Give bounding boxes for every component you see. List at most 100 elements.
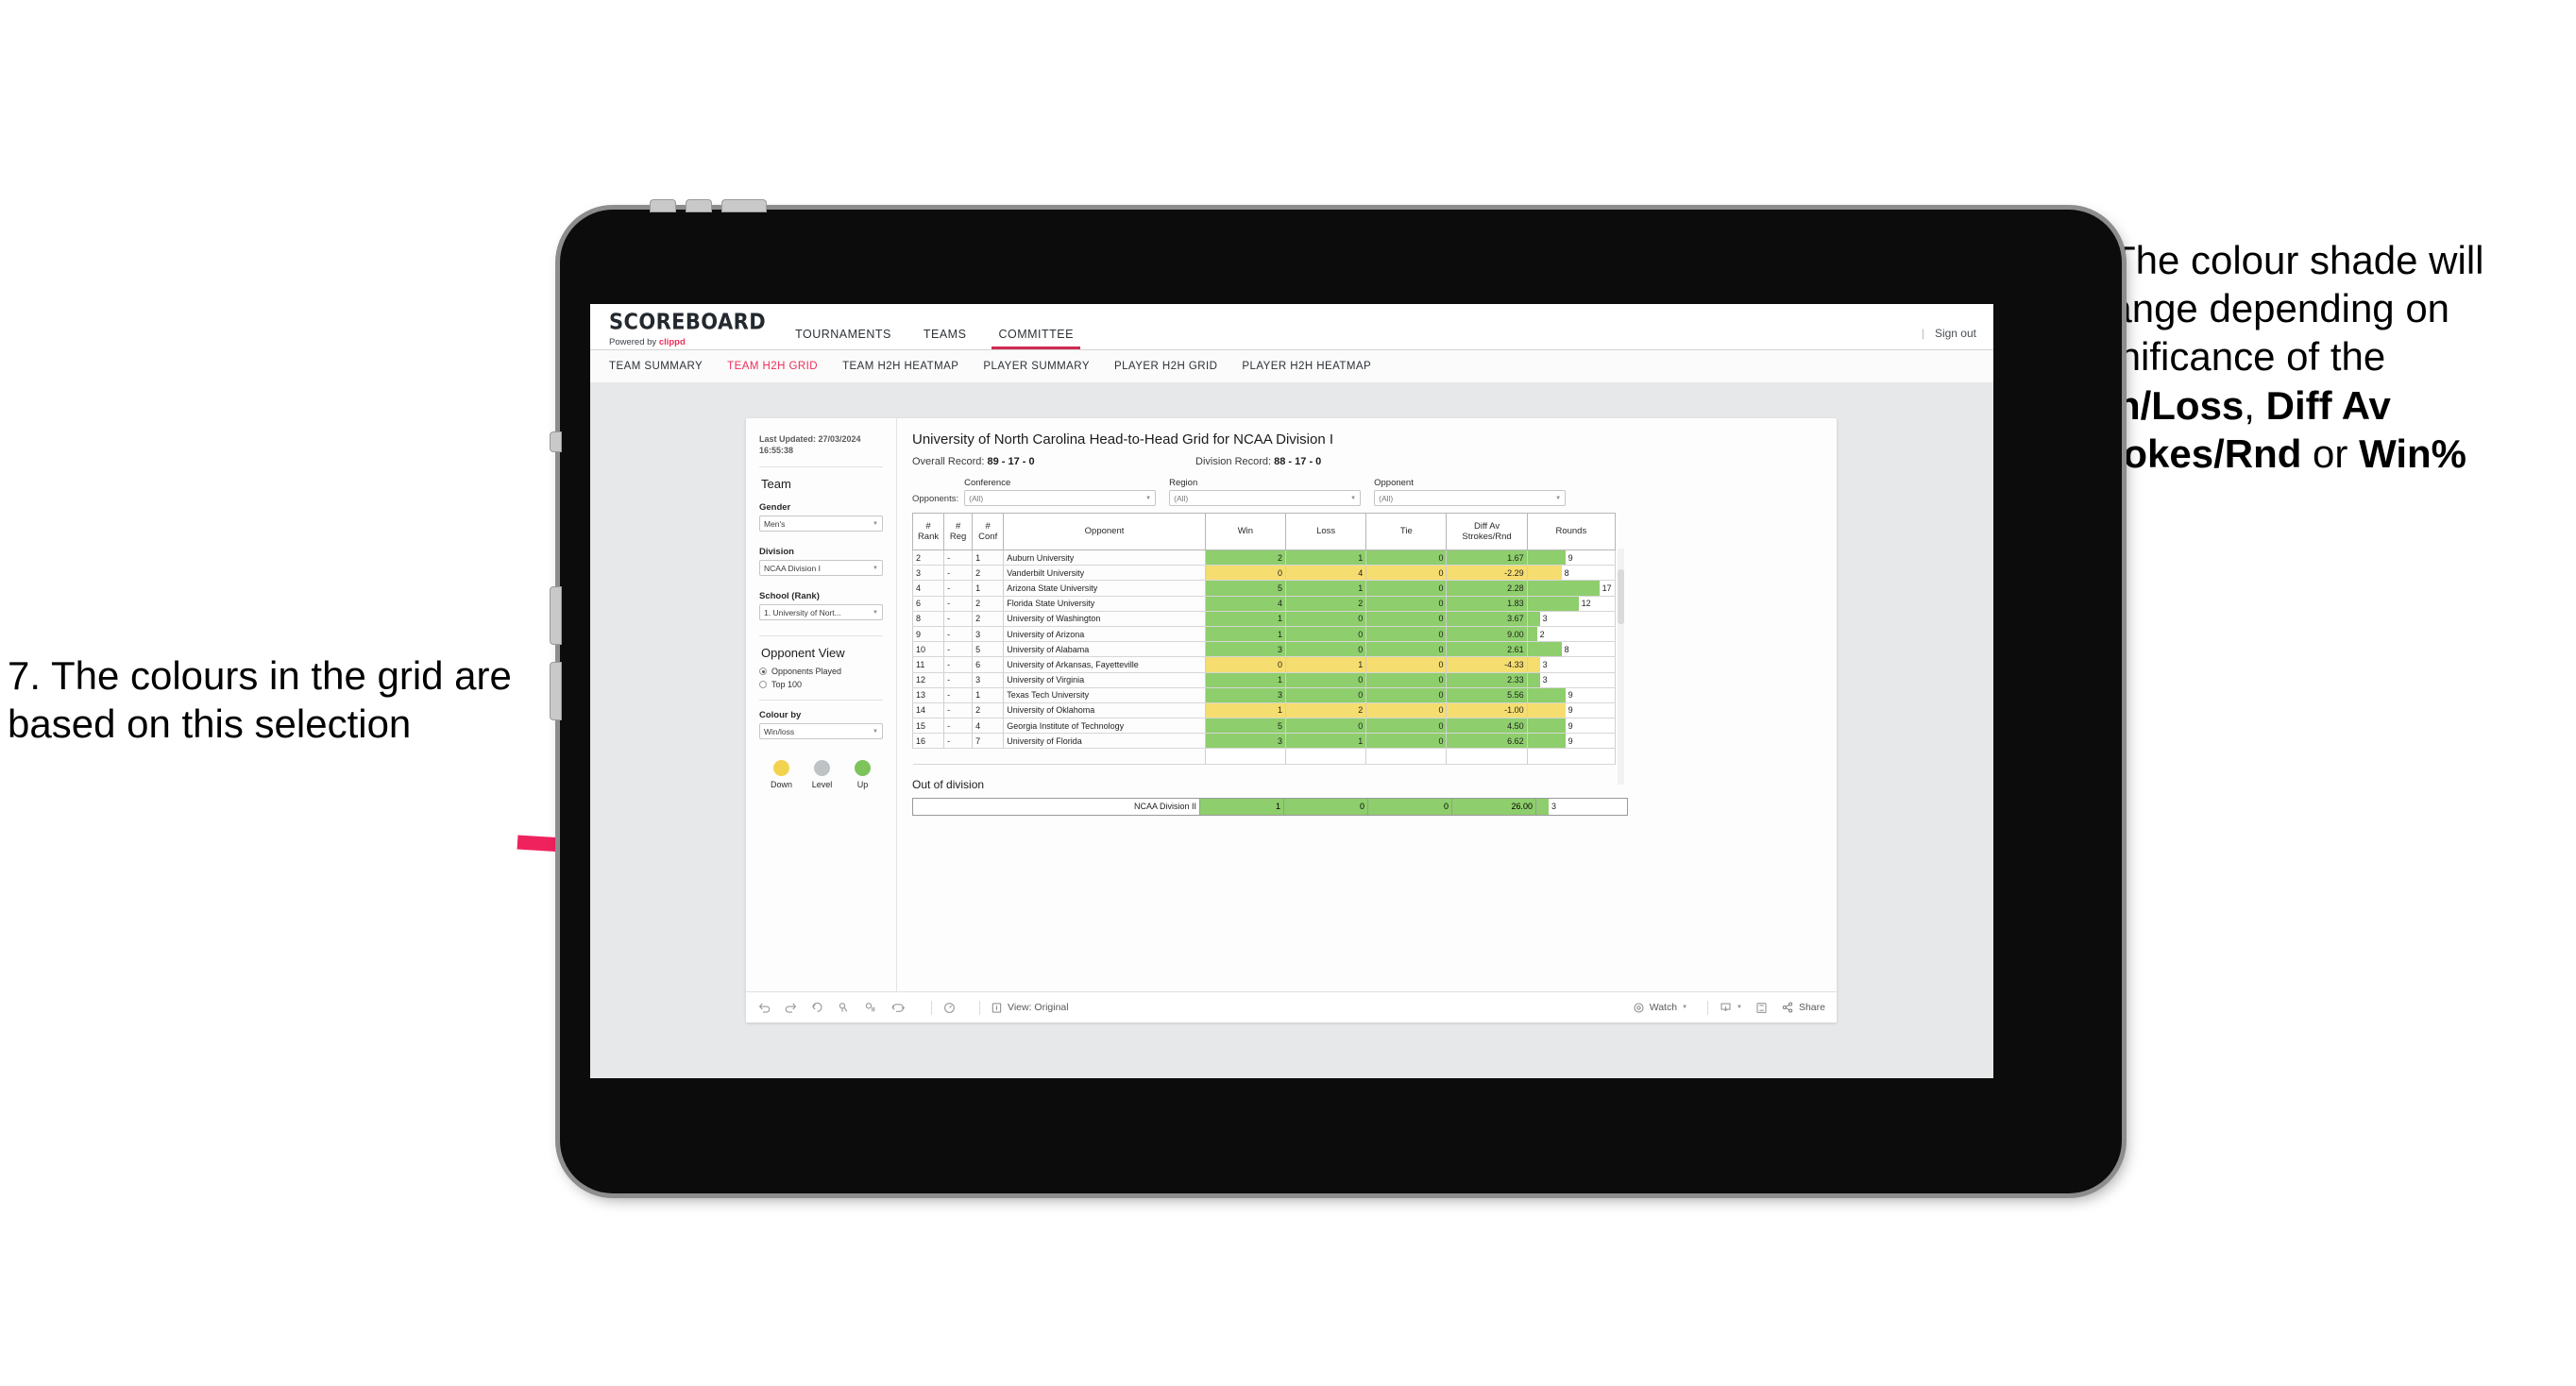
- table-scrollbar[interactable]: [1618, 549, 1624, 785]
- cell-rank: 4: [911, 580, 945, 597]
- table-row[interactable]: 6-2 Florida State University 4 2 0 1.83 12: [911, 596, 1617, 612]
- radio-top-100[interactable]: Top 100: [759, 680, 883, 689]
- table-row[interactable]: 16-7 University of Florida 3 1 0 6.62 9: [911, 733, 1617, 750]
- subnav-player-h2h-heatmap[interactable]: PLAYER H2H HEATMAP: [1242, 361, 1371, 372]
- cell-loss: 0: [1285, 641, 1367, 658]
- table-scrollbar-thumb[interactable]: [1618, 569, 1624, 624]
- revert-icon[interactable]: [810, 1001, 824, 1015]
- chevron-down-icon: ▼: [873, 609, 878, 616]
- subnav-player-summary[interactable]: PLAYER SUMMARY: [983, 361, 1090, 372]
- opponent-view-heading: Opponent View: [761, 646, 845, 661]
- region-filter-select[interactable]: (All) ▼: [1169, 490, 1362, 506]
- cell-rank: 3: [911, 565, 945, 582]
- undo-icon[interactable]: [757, 1001, 771, 1015]
- cell-conf: 5: [972, 641, 1005, 658]
- sign-out-link[interactable]: | Sign out: [1922, 327, 1976, 340]
- cell-diff: 1.83: [1446, 596, 1528, 612]
- col-reg-l1: #: [955, 520, 961, 532]
- table-row[interactable]: 9-3 University of Arizona 1 0 0 9.00 2: [911, 626, 1617, 643]
- cell-tie: 0: [1365, 626, 1448, 643]
- subnav-team-h2h-grid[interactable]: TEAM H2H GRID: [727, 361, 818, 372]
- cell-rank: 11: [911, 656, 945, 673]
- volume-button-up: [651, 200, 675, 211]
- cell-tie: 0: [1365, 565, 1448, 582]
- workbook-toolbar: View: Original Watch ▼ ▼ Share: [746, 991, 1837, 1023]
- gender-select[interactable]: Men's ▼: [759, 516, 883, 532]
- refresh-icon[interactable]: [837, 1001, 851, 1015]
- table-row[interactable]: 15-4 Georgia Institute of Technology 5 0 0 4.…: [911, 718, 1617, 735]
- pause-auto-update-icon[interactable]: [863, 1001, 877, 1015]
- colour-by-select[interactable]: Win/loss ▼: [759, 723, 883, 740]
- conference-filter-select[interactable]: (All) ▼: [964, 490, 1157, 506]
- chevron-down-icon: ▼: [1350, 495, 1357, 501]
- chevron-down-icon: ▼: [1145, 495, 1152, 501]
- cell-diff: 2.33: [1446, 672, 1528, 688]
- cell-conf: 3: [972, 626, 1005, 643]
- toolbar-divider-2: [979, 1000, 980, 1015]
- cell-conf: 1: [972, 549, 1005, 566]
- last-updated-label: Last Updated: 27/03/2024 16:55:38: [759, 434, 861, 456]
- refresh-data-icon[interactable]: [890, 1001, 908, 1015]
- viz-canvas: Last Updated: 27/03/2024 16:55:38 Team G…: [590, 382, 1993, 1078]
- table-row[interactable]: 11-6 University of Arkansas, Fayetteville…: [911, 656, 1617, 673]
- share-label: Share: [1798, 1002, 1825, 1013]
- watch-button[interactable]: Watch ▼: [1633, 1002, 1687, 1014]
- top-nav-tournaments[interactable]: TOURNAMENTS: [779, 328, 907, 349]
- annotation-7-number: 7.: [8, 653, 42, 698]
- cell-reg: -: [943, 656, 974, 673]
- view-original-button[interactable]: View: Original: [991, 1002, 1069, 1014]
- cell-rank: 9: [911, 626, 945, 643]
- colour-by-label: Colour by: [759, 710, 802, 721]
- legend-item-up: Up: [842, 760, 883, 789]
- redo-icon[interactable]: [784, 1001, 798, 1015]
- toolbar-divider-1: [931, 1000, 932, 1015]
- cell-diff: 4.50: [1446, 718, 1528, 735]
- division-record-label: Division Record:: [1195, 456, 1275, 467]
- chevron-down-icon: ▼: [1555, 495, 1562, 501]
- subnav-player-h2h-grid[interactable]: PLAYER H2H GRID: [1114, 361, 1217, 372]
- subnav-team-h2h-heatmap[interactable]: TEAM H2H HEATMAP: [842, 361, 958, 372]
- radio-opponents-played[interactable]: Opponents Played: [759, 667, 883, 676]
- download-icon[interactable]: ▼: [1719, 1001, 1742, 1015]
- cell-diff: -2.29: [1446, 565, 1528, 582]
- school-rank-select[interactable]: 1. University of Nort... ▼: [759, 604, 883, 621]
- cell-conf: 1: [972, 687, 1005, 703]
- chevron-down-icon: ▼: [873, 565, 878, 571]
- fullscreen-icon[interactable]: [1754, 1001, 1769, 1015]
- pause-icon[interactable]: [942, 1001, 957, 1015]
- cell-win: 1: [1204, 702, 1287, 719]
- side-notch: [551, 432, 561, 451]
- share-button[interactable]: Share: [1781, 1001, 1825, 1014]
- top-navigation-bar: SCOREBOARD Powered by clippd TOURNAMENTS…: [590, 304, 1993, 350]
- division-select[interactable]: NCAA Division I ▼: [759, 560, 883, 577]
- cell-loss: 0: [1285, 611, 1367, 627]
- cell-opponent: University of Alabama: [1003, 641, 1206, 658]
- top-nav-items: TOURNAMENTS TEAMS COMMITTEE: [779, 304, 1090, 349]
- table-row[interactable]: 10-5 University of Alabama 3 0 0 2.61 8: [911, 641, 1617, 658]
- table-row[interactable]: 8-2 University of Washington 1 0 0 3.67 3: [911, 611, 1617, 627]
- cell-reg: -: [943, 733, 974, 750]
- cell-rank: 6: [911, 596, 945, 612]
- top-nav-teams[interactable]: TEAMS: [907, 328, 983, 349]
- cell-opponent: Texas Tech University: [1003, 687, 1206, 703]
- cell-opponent: University of Arizona: [1003, 626, 1206, 643]
- cell-reg: -: [943, 687, 974, 703]
- division-record-value: 88 - 17 - 0: [1274, 456, 1322, 467]
- table-row[interactable]: 3-2 Vanderbilt University 0 4 0 -2.29 8: [911, 565, 1617, 582]
- cell-loss: 1: [1285, 549, 1367, 566]
- table-row[interactable]: 14-2 University of Oklahoma 1 2 0 -1.00 9: [911, 702, 1617, 719]
- ood-loss: 0: [1283, 797, 1368, 816]
- table-row[interactable]: 12-3 University of Virginia 1 0 0 2.33 3: [911, 672, 1617, 688]
- cell-opponent: University of Florida: [1003, 733, 1206, 750]
- ood-label: NCAA Division II: [912, 797, 1200, 816]
- table-row[interactable]: 13-1 Texas Tech University 3 0 0 5.56 9: [911, 687, 1617, 703]
- top-nav-committee[interactable]: COMMITTEE: [982, 328, 1090, 349]
- subnav-team-summary[interactable]: TEAM SUMMARY: [609, 361, 703, 372]
- cell-win: 1: [1204, 611, 1287, 627]
- legend-label-level: Level: [811, 780, 833, 790]
- table-row[interactable]: 2-1 Auburn University 2 1 0 1.67 9: [911, 549, 1617, 566]
- table-row[interactable]: 4-1 Arizona State University 5 1 0 2.28 17: [911, 580, 1617, 597]
- opponent-filter-select[interactable]: (All) ▼: [1374, 490, 1567, 506]
- divider-2: [759, 635, 883, 637]
- col-diff-l1: Diff Av: [1474, 520, 1500, 532]
